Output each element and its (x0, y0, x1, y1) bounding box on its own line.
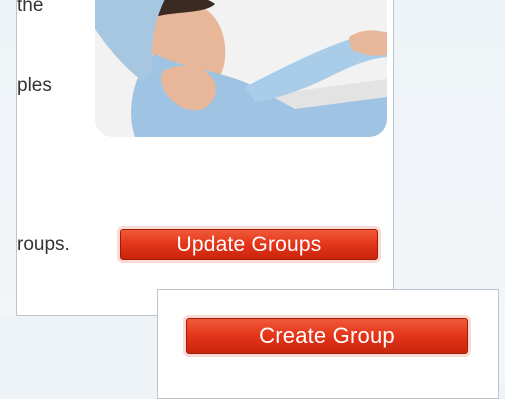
background-strip (0, 316, 157, 383)
photo-illustration (95, 0, 387, 137)
massage-photo (95, 0, 387, 137)
create-group-button[interactable]: Create Group (186, 318, 468, 354)
body-text-fragment-2: ples (17, 75, 52, 96)
update-groups-button[interactable]: Update Groups (120, 229, 378, 260)
content-panel: the ples roups. Update Groups (16, 0, 394, 316)
body-text-fragment-1: the (17, 0, 44, 16)
body-text-fragment-3: roups. (17, 234, 70, 255)
